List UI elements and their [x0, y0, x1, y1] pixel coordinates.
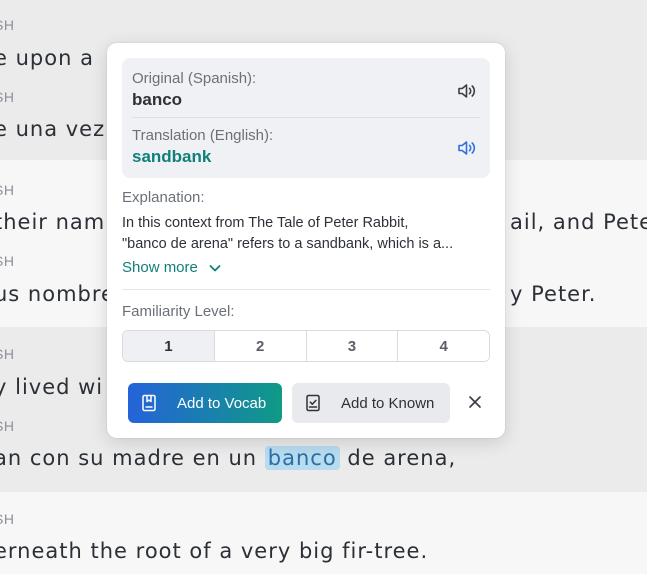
add-to-vocab-button[interactable]: Add to Vocab [128, 383, 282, 423]
close-button[interactable] [463, 390, 487, 414]
language-label: SH [0, 253, 15, 269]
sentence-text: y Peter. [510, 282, 597, 306]
translation-word: sandbank [132, 147, 212, 166]
original-row: Original (Spanish): banco [132, 68, 480, 116]
level-button-3[interactable]: 3 [305, 331, 398, 361]
add-to-known-button[interactable]: Add to Known [292, 383, 450, 423]
add-to-known-label: Add to Known [341, 394, 435, 412]
language-label: SH [0, 182, 15, 198]
level-button-1[interactable]: 1 [123, 331, 214, 361]
explanation-text: In this context from The Tale of Peter R… [122, 213, 492, 255]
selected-word[interactable]: banco [264, 446, 340, 470]
explanation-line: "banco de arena" refers to a sandbank, w… [122, 236, 454, 252]
divider [122, 289, 490, 290]
show-more-button[interactable]: Show more [122, 259, 222, 276]
language-label: SH [0, 17, 15, 33]
language-label: SH [0, 346, 15, 362]
language-label: SH [0, 418, 15, 434]
familiarity-label: Familiarity Level: [122, 303, 235, 320]
add-to-vocab-label: Add to Vocab [177, 394, 267, 412]
word-popup: Original (Spanish): banco Translation (E… [107, 43, 505, 438]
sentence-text: e una vez [0, 117, 106, 141]
word-run[interactable]: de arena, [347, 446, 456, 470]
sentence-text: y lived wi [0, 375, 104, 399]
translation-row: Translation (English): sandbank [132, 125, 480, 173]
word-card: Original (Spanish): banco Translation (E… [122, 58, 490, 178]
sentence-text: erneath the root of a very big fir-tree. [0, 539, 429, 563]
level-button-2[interactable]: 2 [213, 331, 306, 361]
translation-label: Translation (English): [132, 127, 274, 144]
speaker-icon[interactable] [456, 80, 478, 102]
language-label: SH [0, 89, 15, 105]
sentence-text: an con su madre en un banco de arena, [0, 446, 456, 470]
original-label: Original (Spanish): [132, 70, 257, 87]
explanation-line: In this context from The Tale of Peter R… [122, 215, 409, 231]
sentence-text: their nam [0, 210, 106, 234]
book-check-icon [306, 394, 320, 412]
language-label: SH [0, 511, 15, 527]
bookmark-book-icon [142, 394, 156, 412]
original-word: banco [132, 90, 183, 109]
speaker-icon[interactable] [456, 137, 478, 159]
sentence-text: e upon a [0, 46, 94, 70]
sentence-text: ail, and Peter [510, 210, 647, 234]
close-icon [469, 396, 481, 408]
sentence-text: us nombre [0, 282, 115, 306]
chevron-down-icon [209, 264, 221, 271]
explanation-label: Explanation: [122, 189, 205, 206]
word-run[interactable]: an con su madre en un [0, 446, 257, 470]
card-divider [132, 117, 480, 118]
show-more-label: Show more [122, 259, 198, 276]
familiarity-level-selector: 1 2 3 4 [122, 330, 490, 362]
level-button-4[interactable]: 4 [397, 331, 489, 361]
